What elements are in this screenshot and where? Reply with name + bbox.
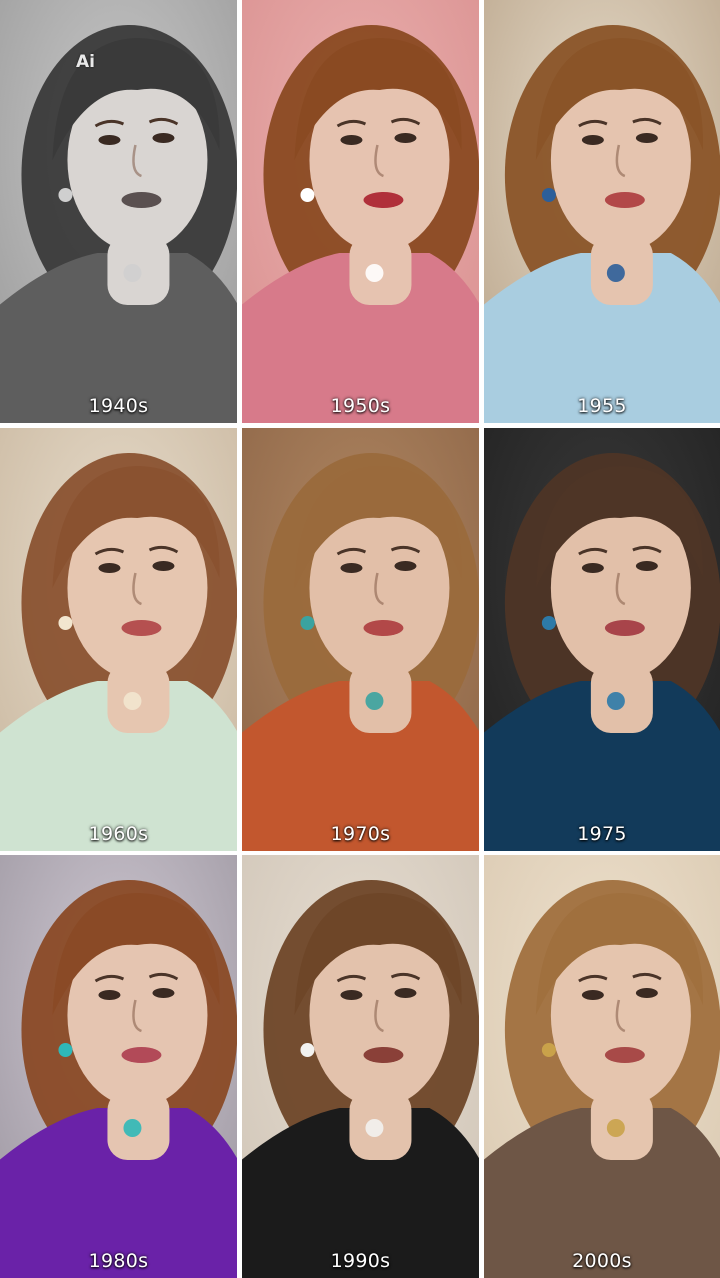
- portrait-photo: [484, 428, 720, 851]
- portrait-panel-1940s: Ai 1940s: [0, 0, 237, 423]
- decade-caption: 1975: [577, 823, 627, 845]
- portrait-panel-2000s: 2000s: [484, 855, 720, 1278]
- decade-caption: 2000s: [572, 1250, 632, 1272]
- portrait-photo: [484, 0, 720, 423]
- portrait-panel-1970s: 1970s: [242, 428, 479, 851]
- portrait-panel-1990s: 1990s: [242, 855, 479, 1278]
- decade-caption: 1970s: [330, 823, 391, 845]
- portrait-photo: [0, 0, 237, 423]
- portrait-panel-1955: 1955: [484, 0, 720, 423]
- decade-caption: 1950s: [330, 395, 391, 417]
- portrait-panel-1960s: 1960s: [0, 428, 237, 851]
- portrait-photo: [242, 0, 479, 423]
- portrait-panel-1980s: 1980s: [0, 855, 237, 1278]
- portrait-panel-1975: 1975: [484, 428, 720, 851]
- portrait-photo: [0, 428, 237, 851]
- decade-caption: 1955: [577, 395, 627, 417]
- portrait-panel-1950s: 1950s: [242, 0, 479, 423]
- ai-watermark: Ai: [76, 52, 95, 72]
- decade-caption: 1980s: [88, 1250, 149, 1272]
- portrait-photo: [242, 428, 479, 851]
- decade-caption: 1940s: [88, 395, 149, 417]
- photo-grid: Ai 1940s 1950s 1955 1960s 1970s 1975 1980s 1990s…: [0, 0, 720, 1278]
- decade-caption: 1960s: [88, 823, 149, 845]
- portrait-photo: [242, 855, 479, 1278]
- portrait-photo: [484, 855, 720, 1278]
- portrait-photo: [0, 855, 237, 1278]
- decade-caption: 1990s: [330, 1250, 391, 1272]
